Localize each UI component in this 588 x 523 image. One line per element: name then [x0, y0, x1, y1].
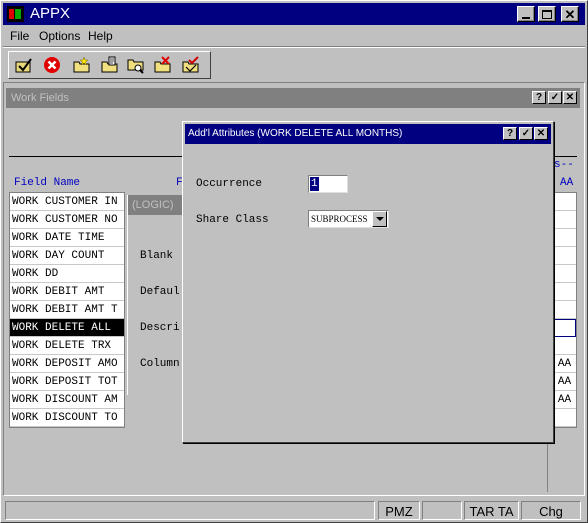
- folder-new-icon[interactable]: [71, 54, 93, 76]
- close-icon: ✕: [565, 91, 575, 103]
- logic-panel: (LOGIC) Blank Defaul Descri Column: [127, 195, 188, 395]
- close-window-button[interactable]: ✕: [563, 91, 577, 104]
- toolbar-separator: [3, 46, 585, 48]
- work-fields-title-bar: Work Fields ? ✓ ✕: [6, 88, 580, 108]
- menu-file[interactable]: File: [10, 29, 29, 43]
- appx-logo-icon: [7, 6, 24, 22]
- app-title: APPX: [30, 5, 71, 22]
- aa-cell: [553, 193, 576, 211]
- aa-column: AA AA AA: [552, 192, 577, 428]
- col-header-aa: AA: [560, 177, 574, 189]
- field-name-list: WORK CUSTOMER IN WORK CUSTOMER NO WORK D…: [9, 192, 125, 428]
- list-item[interactable]: WORK DISCOUNT TO: [10, 409, 124, 427]
- status-cell-tar-ta: TAR TA: [464, 501, 519, 520]
- list-item[interactable]: WORK CUSTOMER IN: [10, 193, 124, 211]
- col-header-right: s--: [554, 159, 574, 171]
- aa-cell: [553, 283, 576, 301]
- logic-title: (LOGIC): [132, 199, 174, 211]
- list-item[interactable]: WORK DEPOSIT AMO: [10, 355, 124, 373]
- check-small-icon: ✓: [550, 91, 560, 103]
- work-fields-title: Work Fields: [11, 92, 69, 104]
- maximize-button[interactable]: [538, 6, 556, 22]
- occurrence-value: 1: [310, 177, 319, 191]
- occurrence-label: Occurrence: [196, 178, 263, 190]
- help-icon: ?: [535, 91, 543, 103]
- list-item[interactable]: WORK DEPOSIT TOT: [10, 373, 124, 391]
- aa-cell: [553, 247, 576, 265]
- col-header-field-name: Field Name: [14, 177, 81, 189]
- dialog-title-bar: Add'l Attributes (WORK DELETE ALL MONTHS…: [185, 124, 551, 144]
- occurrence-field[interactable]: 1: [308, 175, 348, 193]
- minimize-button[interactable]: [517, 6, 535, 22]
- aa-cell: [553, 265, 576, 283]
- close-icon: ✕: [536, 127, 546, 139]
- list-item[interactable]: WORK CUSTOMER NO: [10, 211, 124, 229]
- aa-cell: [553, 211, 576, 229]
- logic-title-bar: (LOGIC): [128, 195, 188, 215]
- logic-label-default: Defaul: [140, 286, 180, 298]
- logic-label-blank: Blank: [140, 250, 174, 262]
- aa-cell: AA: [553, 391, 576, 409]
- dialog-ok-button[interactable]: ✓: [519, 127, 533, 140]
- status-cell-empty: [422, 501, 462, 520]
- toolbar: [8, 51, 211, 79]
- list-item[interactable]: WORK DD: [10, 265, 124, 283]
- list-item[interactable]: WORK DELETE TRX: [10, 337, 124, 355]
- folder-search-icon[interactable]: [125, 54, 147, 76]
- list-item[interactable]: WORK DISCOUNT AM: [10, 391, 124, 409]
- aa-cell: AA: [553, 373, 576, 391]
- aa-cell: [553, 301, 576, 319]
- share-class-dropdown-button[interactable]: [372, 211, 387, 227]
- ok-button[interactable]: ✓: [548, 91, 562, 104]
- help-button[interactable]: ?: [532, 91, 546, 104]
- folder-delete-icon[interactable]: [152, 54, 174, 76]
- list-item[interactable]: WORK DEBIT AMT T: [10, 301, 124, 319]
- folder-check-icon[interactable]: [180, 54, 202, 76]
- cancel-icon[interactable]: [41, 54, 63, 76]
- share-class-label: Share Class: [196, 214, 269, 226]
- list-item[interactable]: WORK DATE TIME: [10, 229, 124, 247]
- status-cell-chg: Chg: [521, 501, 581, 520]
- chevron-down-icon: [375, 217, 384, 221]
- aa-cell: [553, 229, 576, 247]
- aa-cell: [553, 337, 576, 355]
- menu-help[interactable]: Help: [88, 29, 113, 43]
- list-item[interactable]: WORK DEBIT AMT: [10, 283, 124, 301]
- close-button[interactable]: ✕: [561, 6, 579, 22]
- dialog-title: Add'l Attributes (WORK DELETE ALL MONTHS…: [188, 128, 403, 139]
- check-icon[interactable]: [13, 54, 35, 76]
- status-cell-main: [5, 501, 375, 520]
- check-small-icon: ✓: [521, 127, 531, 139]
- share-class-select[interactable]: SUBPROCESS: [308, 210, 389, 228]
- help-icon: ?: [506, 127, 514, 139]
- addl-attributes-dialog: Add'l Attributes (WORK DELETE ALL MONTHS…: [182, 121, 554, 443]
- share-class-value: SUBPROCESS: [311, 214, 368, 224]
- status-cell-pmz: PMZ: [378, 501, 420, 520]
- list-item[interactable]: WORK DAY COUNT: [10, 247, 124, 265]
- logic-label-description: Descri: [140, 322, 180, 334]
- list-item-selected[interactable]: WORK DELETE ALL: [10, 319, 124, 337]
- menu-options[interactable]: Options: [39, 29, 80, 43]
- title-bar: APPX ✕: [3, 3, 585, 25]
- status-bar: PMZ TAR TA Chg: [3, 500, 585, 521]
- aa-cell: [553, 409, 576, 427]
- close-icon: ✕: [564, 6, 576, 22]
- dialog-help-button[interactable]: ?: [503, 127, 517, 140]
- logic-label-column: Column: [140, 358, 180, 370]
- menu-bar: File Options Help: [3, 27, 585, 45]
- folder-edit-icon[interactable]: [99, 54, 121, 76]
- aa-cell-selected: [553, 319, 576, 337]
- aa-cell: AA: [553, 355, 576, 373]
- dialog-close-button[interactable]: ✕: [534, 127, 548, 140]
